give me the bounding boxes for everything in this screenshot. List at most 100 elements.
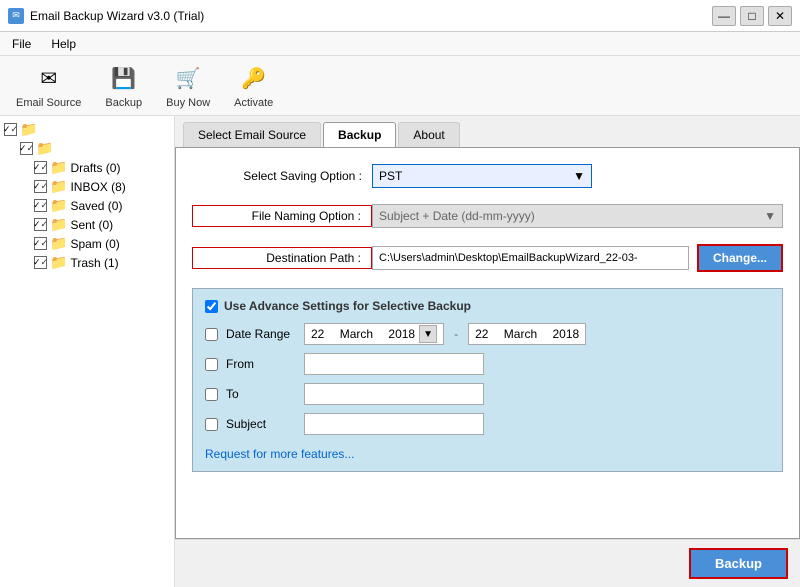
subject-input[interactable] [304,413,484,435]
title-bar: ✉ Email Backup Wizard v3.0 (Trial) — □ ✕ [0,0,800,32]
toolbar-activate[interactable]: 🔑 Activate [226,59,281,113]
tab-bar: Select Email Source Backup About [175,116,800,147]
destination-path-row: Destination Path : Change... [192,244,783,272]
maximize-button[interactable]: □ [740,6,764,26]
tree-item-drafts[interactable]: ✓ 📁 Drafts (0) [4,158,170,177]
from-label: From [226,357,296,371]
to-input[interactable] [304,383,484,405]
spam-folder-icon: 📁 [50,235,67,252]
tree-level1[interactable]: ✓ 📁 [4,139,170,158]
tree-item-spam[interactable]: ✓ 📁 Spam (0) [4,234,170,253]
spam-checkbox[interactable]: ✓ [34,237,47,250]
inbox-checkbox[interactable]: ✓ [34,180,47,193]
saving-option-select-wrapper: PST ▼ [372,164,783,188]
from-input[interactable] [304,353,484,375]
file-naming-value: Subject + Date (dd-mm-yyyy) [379,209,535,223]
request-features-link[interactable]: Request for more features... [205,447,354,461]
date-end-day: 22 [475,327,488,341]
to-label: To [226,387,296,401]
menu-bar: File Help [0,32,800,56]
drafts-checkbox[interactable]: ✓ [34,161,47,174]
to-row: To [205,383,770,405]
date-range-checkbox[interactable] [205,328,218,341]
tree-level1-folder-icon: 📁 [36,140,53,157]
date-range-label: Date Range [226,327,296,341]
date-start-year: 2018 [388,327,415,341]
adv-header: Use Advance Settings for Selective Backu… [205,299,770,313]
app-icon: ✉ [8,8,24,24]
date-end-month: March [504,327,537,341]
toolbar-backup[interactable]: 💾 Backup [97,59,150,113]
subject-checkbox[interactable] [205,418,218,431]
destination-path-input[interactable] [372,246,689,270]
drafts-label: Drafts (0) [70,161,120,175]
saving-option-row: Select Saving Option : PST ▼ [192,164,783,188]
activate-label: Activate [234,97,273,109]
tree-root-folder-icon: 📁 [20,121,37,138]
date-range-separator: - [454,327,458,341]
sent-checkbox[interactable]: ✓ [34,218,47,231]
saving-option-select[interactable]: PST ▼ [372,164,592,188]
email-source-label: Email Source [16,97,81,109]
buy-now-icon: 🛒 [172,63,204,95]
tab-about[interactable]: About [398,122,459,147]
content-area: Select Email Source Backup About Select … [175,116,800,587]
date-start-box: 22 March 2018 ▼ [304,323,444,345]
file-naming-row: File Naming Option : Subject + Date (dd-… [192,204,783,228]
date-start-month: March [340,327,373,341]
file-naming-dropdown-icon: ▼ [764,209,776,223]
tree-root-checkbox[interactable]: ✓ [4,123,17,136]
main-layout: ✓ 📁 ✓ 📁 ✓ 📁 Drafts (0) ✓ 📁 INBOX (8) ✓ 📁… [0,116,800,587]
tree-level1-label [56,142,59,156]
from-checkbox[interactable] [205,358,218,371]
inbox-folder-icon: 📁 [50,178,67,195]
tree-item-inbox[interactable]: ✓ 📁 INBOX (8) [4,177,170,196]
backup-icon: 💾 [108,63,140,95]
close-button[interactable]: ✕ [768,6,792,26]
saving-option-dropdown-icon: ▼ [573,169,585,183]
inbox-label: INBOX (8) [70,180,125,194]
toolbar-email-source[interactable]: ✉ Email Source [8,59,89,113]
sidebar: ✓ 📁 ✓ 📁 ✓ 📁 Drafts (0) ✓ 📁 INBOX (8) ✓ 📁… [0,116,175,587]
tab-content-backup: Select Saving Option : PST ▼ File Naming… [175,147,800,539]
tree-item-sent[interactable]: ✓ 📁 Sent (0) [4,215,170,234]
toolbar: ✉ Email Source 💾 Backup 🛒 Buy Now 🔑 Acti… [0,56,800,116]
window-controls: — □ ✕ [712,6,792,26]
subject-label: Subject [226,417,296,431]
app-title: Email Backup Wizard v3.0 (Trial) [30,9,204,23]
date-end-box: 22 March 2018 [468,323,586,345]
spam-label: Spam (0) [70,237,119,251]
tree-item-trash[interactable]: ✓ 📁 Trash (1) [4,253,170,272]
advanced-settings-panel: Use Advance Settings for Selective Backu… [192,288,783,472]
saved-label: Saved (0) [70,199,122,213]
adv-settings-checkbox[interactable] [205,300,218,313]
minimize-button[interactable]: — [712,6,736,26]
backup-label: Backup [105,97,142,109]
file-naming-select[interactable]: Subject + Date (dd-mm-yyyy) ▼ [372,204,783,228]
toolbar-buy-now[interactable]: 🛒 Buy Now [158,59,218,113]
drafts-folder-icon: 📁 [50,159,67,176]
tree-root[interactable]: ✓ 📁 [4,120,170,139]
backup-button[interactable]: Backup [689,548,788,579]
saved-checkbox[interactable]: ✓ [34,199,47,212]
tree-root-label [40,123,43,137]
tree-item-saved[interactable]: ✓ 📁 Saved (0) [4,196,170,215]
subject-row: Subject [205,413,770,435]
menu-file[interactable]: File [8,35,35,53]
activate-icon: 🔑 [238,63,270,95]
saving-option-value: PST [379,169,402,183]
tab-select-email-source[interactable]: Select Email Source [183,122,321,147]
sent-folder-icon: 📁 [50,216,67,233]
trash-checkbox[interactable]: ✓ [34,256,47,269]
file-naming-label: File Naming Option : [192,205,372,227]
menu-help[interactable]: Help [47,35,80,53]
change-button[interactable]: Change... [697,244,783,272]
bottom-bar: Backup [175,539,800,587]
email-source-icon: ✉ [33,63,65,95]
date-range-row: Date Range 22 March 2018 ▼ - 22 March [205,323,770,345]
tab-backup[interactable]: Backup [323,122,396,147]
date-start-calendar-button[interactable]: ▼ [419,325,437,343]
trash-folder-icon: 📁 [50,254,67,271]
to-checkbox[interactable] [205,388,218,401]
tree-level1-checkbox[interactable]: ✓ [20,142,33,155]
